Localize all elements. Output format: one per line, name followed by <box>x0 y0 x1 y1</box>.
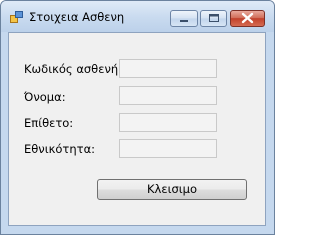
nationality-label: Εθνικότητα: <box>24 142 96 156</box>
minimize-button[interactable] <box>170 10 198 27</box>
patient-code-field[interactable] <box>119 59 217 78</box>
last-name-field[interactable] <box>119 113 217 132</box>
first-name-field[interactable] <box>119 86 217 105</box>
window-title: Στοιχεια Ασθενη <box>29 10 125 24</box>
maximize-icon <box>209 14 219 22</box>
app-icon <box>10 11 23 23</box>
close-window-button[interactable] <box>230 10 265 27</box>
nationality-field[interactable] <box>119 139 217 158</box>
maximize-button[interactable] <box>200 10 227 27</box>
minimize-icon <box>180 20 188 22</box>
patient-details-window: Στοιχεια Ασθενη Κωδικός ασθενή: Όνομα: Ε… <box>0 0 275 235</box>
first-name-label: Όνομα: <box>24 90 66 104</box>
form-client-area: Κωδικός ασθενή: Όνομα: Επίθετο: Εθνικότη… <box>8 32 266 226</box>
last-name-label: Επίθετο: <box>24 116 74 130</box>
patient-code-label: Κωδικός ασθενή: <box>24 62 123 76</box>
title-bar[interactable]: Στοιχεια Ασθενη <box>1 1 274 32</box>
close-button[interactable]: Κλεισιμο <box>97 179 247 200</box>
close-icon <box>241 12 254 24</box>
